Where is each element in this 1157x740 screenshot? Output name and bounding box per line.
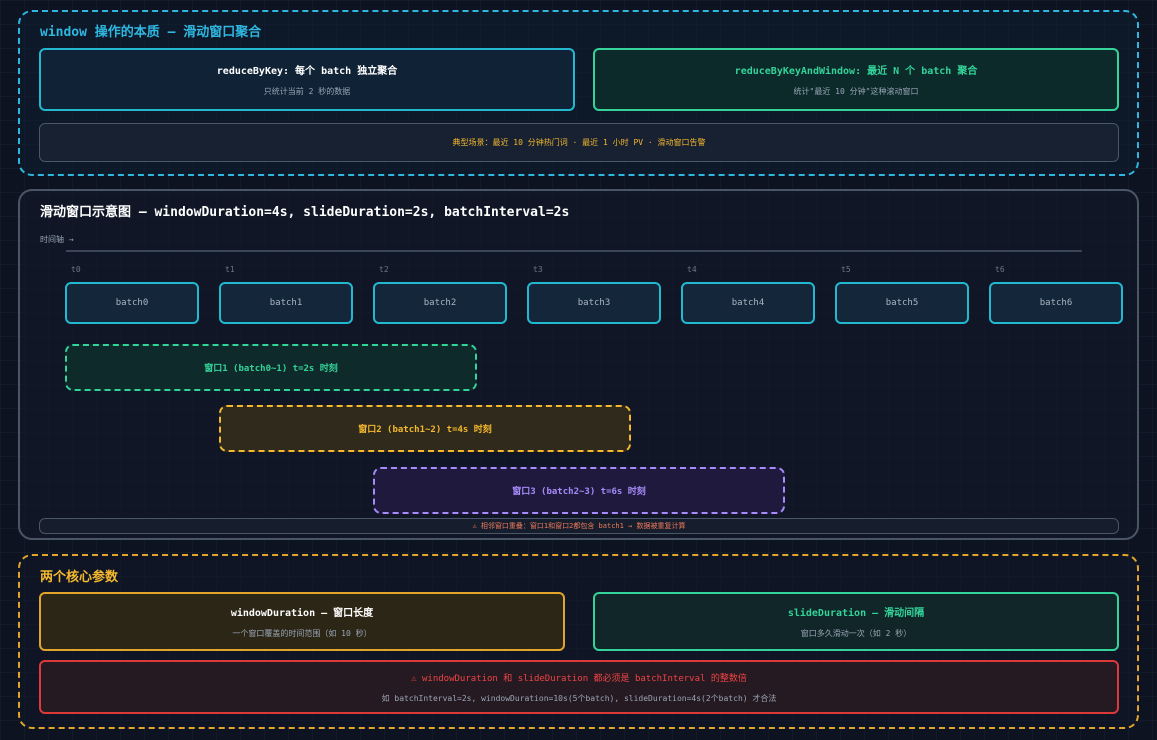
window-duration-title: windowDuration — 窗口长度 <box>230 608 374 619</box>
window-duration-desc: 一个窗口覆盖的时间范围（如 10 秒） <box>232 629 372 638</box>
reduce-by-key-and-window-card: reduceByKeyAndWindow: 最近 N 个 batch 聚合 统计… <box>593 48 1119 111</box>
window-essence-title: window 操作的本质 — 滑动窗口聚合 <box>40 25 262 40</box>
reduce-by-key-desc: 只统计当前 2 秒的数据 <box>263 87 351 96</box>
slide-duration-title: slideDuration — 滑动间隔 <box>787 608 925 619</box>
tick-label: t0 <box>71 265 81 274</box>
reduce-by-key-and-window-desc: 统计"最近 10 分钟"这种滚动窗口 <box>793 87 919 96</box>
timeline-axis <box>66 250 1082 252</box>
overlap-note-text: ⚠ 相邻窗口重叠：窗口1和窗口2都包含 batch1 → 数据被重复计算 <box>472 522 686 530</box>
overlap-note-box: ⚠ 相邻窗口重叠：窗口1和窗口2都包含 batch1 → 数据被重复计算 <box>39 518 1119 534</box>
slide-duration-card: slideDuration — 滑动间隔 窗口多久滑动一次（如 2 秒） <box>593 592 1119 651</box>
window-1: 窗口1 (batch0~1) t=2s 时刻 <box>65 344 477 391</box>
reduce-by-key-card: reduceByKey: 每个 batch 独立聚合 只统计当前 2 秒的数据 <box>39 48 575 111</box>
batch-block: batch5 <box>835 282 969 324</box>
reduce-by-key-title: reduceByKey: 每个 batch 独立聚合 <box>216 66 398 77</box>
multiple-warning-example: 如 batchInterval=2s, windowDuration=10s(5… <box>381 693 777 703</box>
batch-block: batch6 <box>989 282 1123 324</box>
tick-label: t4 <box>687 265 697 274</box>
tick-label: t3 <box>533 265 543 274</box>
multiple-warning-title: ⚠ windowDuration 和 slideDuration 都必须是 ba… <box>411 673 747 684</box>
window-duration-card: windowDuration — 窗口长度 一个窗口覆盖的时间范围（如 10 秒… <box>39 592 565 651</box>
tick-label: t5 <box>841 265 851 274</box>
batch-block: batch1 <box>219 282 353 324</box>
tick-label: t2 <box>379 265 389 274</box>
batch-block: batch0 <box>65 282 199 324</box>
window-2: 窗口2 (batch1~2) t=4s 时刻 <box>219 405 631 452</box>
window-3: 窗口3 (batch2~3) t=6s 时刻 <box>373 467 785 514</box>
sliding-window-diagram-title: 滑动窗口示意图 — windowDuration=4s, slideDurati… <box>40 205 570 220</box>
tick-label: t6 <box>995 265 1005 274</box>
core-params-title: 两个核心参数 <box>40 570 119 585</box>
batch-block: batch4 <box>681 282 815 324</box>
batch-block: batch3 <box>527 282 661 324</box>
multiple-warning-box: ⚠ windowDuration 和 slideDuration 都必须是 ba… <box>39 660 1119 714</box>
scenario-box: 典型场景：最近 10 分钟热门词 · 最近 1 小时 PV · 滑动窗口告警 <box>39 123 1119 162</box>
batch-block: batch2 <box>373 282 507 324</box>
timeline-label: 时间轴 → <box>40 235 74 244</box>
tick-label: t1 <box>225 265 235 274</box>
slide-duration-desc: 窗口多久滑动一次（如 2 秒） <box>800 629 912 638</box>
reduce-by-key-and-window-title: reduceByKeyAndWindow: 最近 N 个 batch 聚合 <box>734 66 978 77</box>
scenario-text: 典型场景：最近 10 分钟热门词 · 最近 1 小时 PV · 滑动窗口告警 <box>452 138 706 147</box>
